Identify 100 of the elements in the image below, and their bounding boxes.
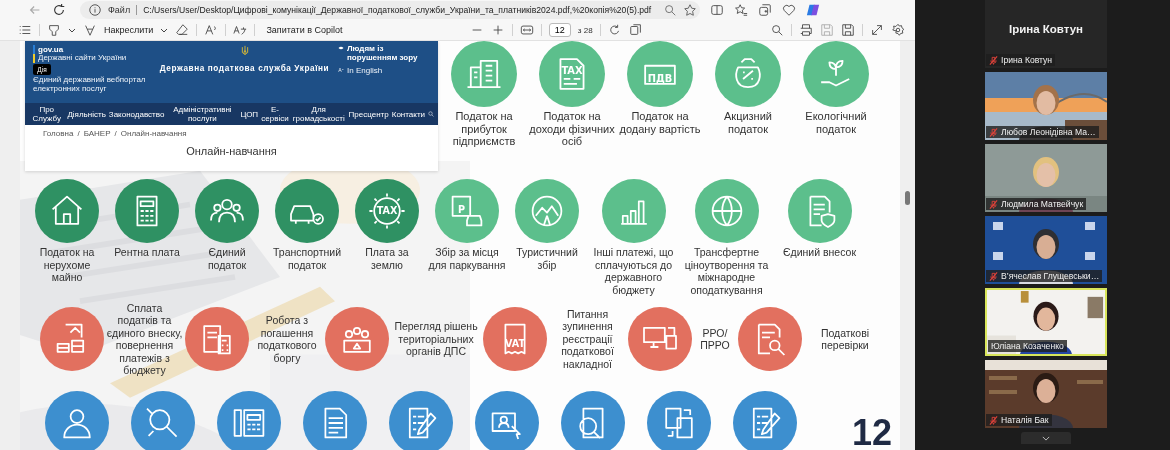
- address-bar[interactable]: Файл C:/Users/User/Desktop/Цифрові_комунікації_Державної_податкової_служби_України_та_платників2024.pdf,%20копія%20(5).pdf: [80, 1, 700, 19]
- participant-name: Людмила Матвейчук: [1001, 199, 1084, 209]
- breadcrumb-separator: /: [114, 129, 117, 138]
- service-label: Перегляд рішень територіальних органів ДПС: [393, 320, 479, 358]
- rotate-icon[interactable]: [607, 23, 622, 37]
- icon-label: TAX: [376, 205, 398, 217]
- service-label: РРО/ ПРРО: [699, 326, 731, 352]
- muted-mic-icon: [989, 199, 998, 209]
- page-view-icon[interactable]: [628, 23, 643, 37]
- video-tile[interactable]: Любов Леонідівна Ма…: [985, 72, 1107, 140]
- print-icon[interactable]: [799, 23, 813, 37]
- star-icon[interactable]: [683, 3, 698, 17]
- gov-logo: gov.ua: [38, 45, 64, 54]
- service-label: Акцизний податок: [723, 110, 773, 135]
- video-tile[interactable]: Ірина Ковтун Ірина Ковтун: [985, 0, 1107, 68]
- icon-label: TAX: [561, 65, 583, 76]
- service-label: Трансфертне ціноутворення та міжнародне оподаткування: [683, 246, 770, 296]
- nav-link[interactable]: Адміністративні послуги: [167, 105, 238, 123]
- service-label: Рентна плата: [114, 246, 180, 259]
- settings-icon[interactable]: [891, 23, 905, 37]
- info-icon[interactable]: [88, 3, 102, 17]
- service-label: Інші платежі, що сплачуються до державного бюджету: [592, 246, 675, 296]
- nav-link[interactable]: Законодавство: [108, 109, 165, 119]
- muted-mic-icon: [989, 415, 998, 425]
- translate-icon[interactable]: [233, 23, 248, 37]
- service-label: Робота з погашення податкового боргу: [256, 314, 318, 364]
- participant-name: Юліана Козаченко: [991, 341, 1064, 351]
- service-label: Податок на доходи фізичних осіб: [528, 110, 616, 148]
- breadcrumb-link[interactable]: БАНЕР: [83, 129, 111, 138]
- nav-link[interactable]: Контакти: [391, 109, 425, 119]
- nav-link[interactable]: Про Службу: [29, 105, 65, 123]
- draw-button[interactable]: Накреслити: [104, 25, 154, 35]
- nav-link[interactable]: Е-сервіси: [261, 105, 289, 123]
- contents-icon[interactable]: [18, 23, 32, 37]
- service-label: Туристичний збір: [515, 246, 579, 271]
- nav-link[interactable]: Пресцентр: [348, 109, 389, 119]
- service-label: Податок на нерухоме майно: [38, 246, 96, 284]
- breadcrumb-separator: /: [77, 129, 80, 138]
- nav-link[interactable]: Для громадськості: [291, 105, 346, 123]
- favorites-icon[interactable]: [734, 3, 748, 17]
- breadcrumb-link[interactable]: Головна: [43, 129, 74, 138]
- chevron-icon: [1042, 435, 1050, 441]
- icon-label: P: [457, 203, 465, 215]
- participant-name: Ірина Ковтун: [1001, 55, 1053, 65]
- caret-icon[interactable]: [160, 26, 169, 34]
- url-text: C:/Users/User/Desktop/Цифрові_комунікації_Державної_податкової_служби_України_та_платників2024.pdf,%20копія%20(5).pdf: [143, 5, 652, 15]
- service-label: Екологічний податок: [804, 110, 868, 135]
- scheme-label: Файл: [108, 5, 138, 15]
- service-label: Плата за землю: [364, 246, 410, 271]
- draw-icon[interactable]: [83, 23, 97, 37]
- nav-link[interactable]: ЦОП: [240, 109, 259, 119]
- accessibility-link[interactable]: Людям із порушенням зору: [347, 45, 430, 63]
- service-label: Транспортний податок: [272, 246, 342, 271]
- language-link[interactable]: In English: [347, 66, 383, 76]
- participant-name: Любов Леонідівна Ма…: [1001, 127, 1096, 137]
- fullscreen-icon[interactable]: [870, 23, 884, 37]
- highlighter-icon[interactable]: [47, 23, 61, 37]
- search-icon[interactable]: [770, 23, 784, 37]
- page-number: 12: [851, 415, 892, 450]
- zoom-icon[interactable]: [663, 3, 678, 17]
- service-label: Питання зупинення реєстрації податкової накладної: [560, 307, 615, 371]
- diia-caption: Єдиний державний вебпортал електронних послуг: [33, 75, 147, 94]
- site-title: Державна податкова служба України: [159, 64, 330, 73]
- collections-icon[interactable]: [758, 3, 772, 17]
- caret-icon[interactable]: [68, 26, 76, 34]
- participant-name: Наталія Бак: [1001, 415, 1049, 425]
- read-aloud-icon[interactable]: [204, 23, 219, 37]
- participant-name: В’ячеслав Глущевськи…: [1001, 271, 1100, 281]
- page-number-field[interactable]: 12: [548, 23, 571, 37]
- translate-icon[interactable]: [338, 66, 344, 73]
- fit-page-icon[interactable]: [519, 23, 534, 37]
- icon-label: VAT: [505, 338, 525, 349]
- service-label: Єдиний податок: [206, 246, 248, 271]
- video-tile[interactable]: Юліана Козаченко: [985, 288, 1107, 356]
- heart-icon[interactable]: [782, 3, 796, 17]
- service-label: Єдиний внесок: [783, 246, 856, 259]
- muted-mic-icon: [989, 127, 998, 137]
- eraser-icon[interactable]: [175, 23, 190, 37]
- split-screen-icon[interactable]: [710, 3, 724, 17]
- service-label: Збір за місця для паркування: [428, 246, 506, 271]
- ask-copilot-button[interactable]: Запитати в Copilot: [266, 25, 343, 35]
- page-count: з 28: [577, 25, 593, 35]
- reload-icon[interactable]: [52, 3, 66, 17]
- trident-icon: [240, 45, 249, 56]
- save-as-icon[interactable]: [841, 23, 855, 37]
- muted-mic-icon: [989, 55, 998, 65]
- participant-display-name: Ірина Ковтун: [1008, 23, 1084, 35]
- service-label: Податкові перевірки: [819, 326, 871, 352]
- video-tile[interactable]: В’ячеслав Глущевськи…: [985, 216, 1107, 284]
- video-tile[interactable]: Наталія Бак: [985, 360, 1107, 428]
- muted-mic-icon: [989, 271, 998, 281]
- nav-link[interactable]: Діяльність: [67, 109, 106, 119]
- assistant-icon[interactable]: [806, 3, 820, 17]
- service-label: Сплата податків та єдиного внеску, повернення платежів з бюджету: [105, 301, 184, 377]
- page-heading: Онлайн-навчання: [186, 145, 277, 157]
- service-label: Податок на прибуток підприємств: [451, 110, 517, 148]
- video-tile[interactable]: Людмила Матвейчук: [985, 144, 1107, 212]
- service-label: Податок на додану вартість: [618, 110, 702, 135]
- breadcrumb-link[interactable]: Онлайн-навчання: [120, 129, 187, 138]
- search-icon[interactable]: [428, 111, 434, 117]
